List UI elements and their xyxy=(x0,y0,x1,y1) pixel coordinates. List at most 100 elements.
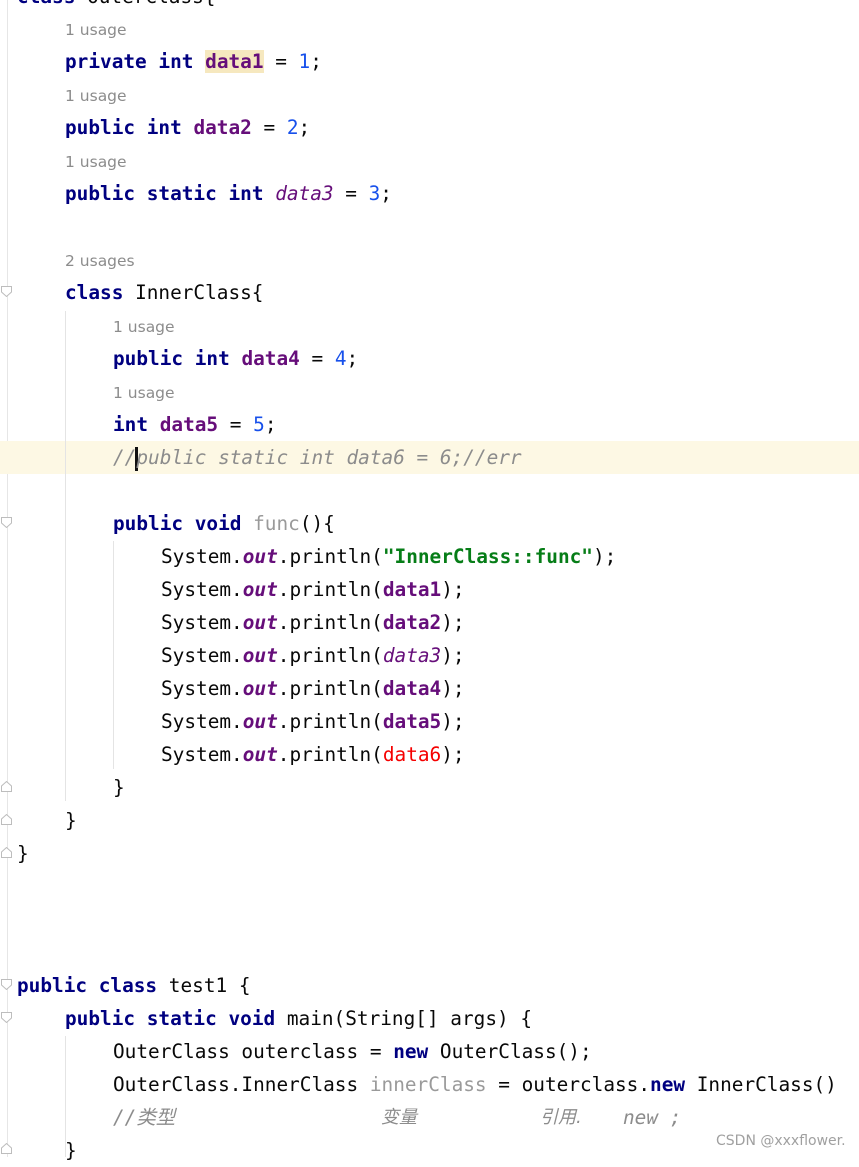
method-call: .println( xyxy=(277,611,383,634)
code-line-comment-data6[interactable]: //public static int data6 = 6;//err xyxy=(113,441,522,474)
keyword: static xyxy=(146,1007,217,1030)
keyword: public xyxy=(65,1007,136,1030)
usage-hint[interactable]: 1 usage xyxy=(113,382,175,404)
fold-marker-icon[interactable] xyxy=(1,1012,12,1023)
number-literal: 5 xyxy=(253,413,265,436)
keyword: void xyxy=(228,1007,276,1030)
code-line-close-main[interactable]: } xyxy=(65,1134,77,1167)
number-literal: 3 xyxy=(368,182,381,205)
declaration-type: OuterClass.InnerClass xyxy=(113,1073,370,1096)
keyword: public xyxy=(113,347,184,370)
keyword: static xyxy=(146,182,217,205)
code-line-println[interactable]: System.out.println(data4); xyxy=(161,672,465,705)
code-line-main[interactable]: public static void main(String[] args) { xyxy=(65,1002,532,1035)
static-field-out: out xyxy=(242,710,278,733)
code-line-outer-class[interactable]: class OuterClass{ xyxy=(17,0,215,13)
operator: = xyxy=(218,413,254,436)
unfold-marker-icon[interactable] xyxy=(1,814,12,825)
call-end: ); xyxy=(441,710,465,733)
code-line-data4[interactable]: public int data4 = 4; xyxy=(113,342,358,375)
code-line-println[interactable]: System.out.println(data5); xyxy=(161,705,465,738)
fold-marker-icon[interactable] xyxy=(1,286,12,297)
indent-guide xyxy=(65,311,66,801)
code-line-inner-class[interactable]: class InnerClass{ xyxy=(65,276,263,309)
string-literal: "InnerClass::func" xyxy=(382,545,593,568)
keyword: void xyxy=(194,512,242,535)
call-end: ); xyxy=(441,743,465,766)
code-line-println[interactable]: System.out.println(data1); xyxy=(161,573,465,606)
static-field-name: data3 xyxy=(275,182,334,205)
code-line-cjk-comment[interactable]: //类型 xyxy=(113,1101,175,1134)
code-line-println[interactable]: System.out.println("InnerClass::func"); xyxy=(161,540,616,573)
static-field-out: out xyxy=(242,644,278,667)
usage-hint[interactable]: 2 usages xyxy=(65,250,135,272)
number-literal: 4 xyxy=(334,347,347,370)
code-line-close-outer[interactable]: } xyxy=(17,837,29,870)
keyword: class xyxy=(65,281,124,304)
keyword: int xyxy=(228,182,264,205)
code-line-test1[interactable]: public class test1 { xyxy=(17,969,251,1002)
static-field-out: out xyxy=(242,677,278,700)
static-field-out: out xyxy=(242,611,278,634)
method-call: .println( xyxy=(277,677,383,700)
method-call: .println( xyxy=(277,743,383,766)
comment: 变量 xyxy=(381,1107,417,1128)
semicolon: ; xyxy=(346,347,359,370)
comment: // xyxy=(113,446,137,469)
fold-marker-icon[interactable] xyxy=(1,517,12,528)
number-literal: 1 xyxy=(298,50,311,73)
fold-marker-icon[interactable] xyxy=(1,979,12,990)
call-end: ); xyxy=(592,545,617,568)
number-literal: 2 xyxy=(286,116,299,139)
code-line-new-inner[interactable]: OuterClass.InnerClass innerClass = outer… xyxy=(113,1068,837,1101)
code-line-println[interactable]: System.out.println(data3); xyxy=(161,639,465,672)
call-end: ); xyxy=(441,611,465,634)
keyword: public xyxy=(65,116,136,139)
code-line-close-func[interactable]: } xyxy=(113,771,125,804)
semicolon: ; xyxy=(298,116,311,139)
comment: 引用. xyxy=(540,1107,582,1128)
class-ref: System. xyxy=(161,677,243,700)
keyword: int xyxy=(146,116,182,139)
call-end: ); xyxy=(441,677,465,700)
field-ref: data5 xyxy=(382,710,442,733)
code-line-func[interactable]: public void func(){ xyxy=(113,507,335,540)
watermark: CSDN @xxxflower. xyxy=(716,1133,846,1149)
usage-hint[interactable]: 1 usage xyxy=(65,85,127,107)
code-line-close-inner[interactable]: } xyxy=(65,804,77,837)
semicolon: ; xyxy=(264,413,277,436)
static-field-out: out xyxy=(242,743,278,766)
unfold-marker-icon[interactable] xyxy=(1,781,12,792)
usage-hint[interactable]: 1 usage xyxy=(113,316,175,338)
code-editor[interactable]: class OuterClass{ 1 usage private int da… xyxy=(0,0,859,1162)
code-line-data5[interactable]: int data5 = 5; xyxy=(113,408,277,441)
class-ref: System. xyxy=(161,578,243,601)
operator: = xyxy=(251,116,287,139)
field-ref: data1 xyxy=(382,578,442,601)
keyword: class xyxy=(17,0,75,8)
method-call: .println( xyxy=(277,710,383,733)
usage-hint[interactable]: 1 usage xyxy=(65,151,127,173)
code-line-println[interactable]: System.out.println(data2); xyxy=(161,606,465,639)
keyword: private xyxy=(65,50,147,73)
code-line-new-outer[interactable]: OuterClass outerclass = new OuterClass()… xyxy=(113,1035,592,1068)
code-line-data1[interactable]: private int data1 = 1; xyxy=(65,45,322,78)
usage-hint[interactable]: 1 usage xyxy=(65,19,127,41)
keyword: class xyxy=(98,974,158,997)
class-ref: System. xyxy=(161,710,243,733)
keyword: new xyxy=(650,1073,686,1096)
class-ref: System. xyxy=(161,611,243,634)
code-line-data3[interactable]: public static int data3 = 3; xyxy=(65,177,392,210)
code-line-data2[interactable]: public int data2 = 2; xyxy=(65,111,310,144)
static-field-out: out xyxy=(242,545,278,568)
constructor-call: OuterClass(); xyxy=(428,1040,592,1063)
keyword: int xyxy=(158,50,194,73)
unfold-marker-icon[interactable] xyxy=(1,1143,12,1154)
unfold-marker-icon[interactable] xyxy=(1,847,12,858)
call-end: ); xyxy=(441,578,465,601)
keyword: public xyxy=(65,182,136,205)
comment: public static int data6 = 6;//err xyxy=(136,446,522,469)
code-line-println[interactable]: System.out.println(data6); xyxy=(161,738,465,771)
static-field-out: out xyxy=(242,578,278,601)
operator: = xyxy=(333,182,369,205)
